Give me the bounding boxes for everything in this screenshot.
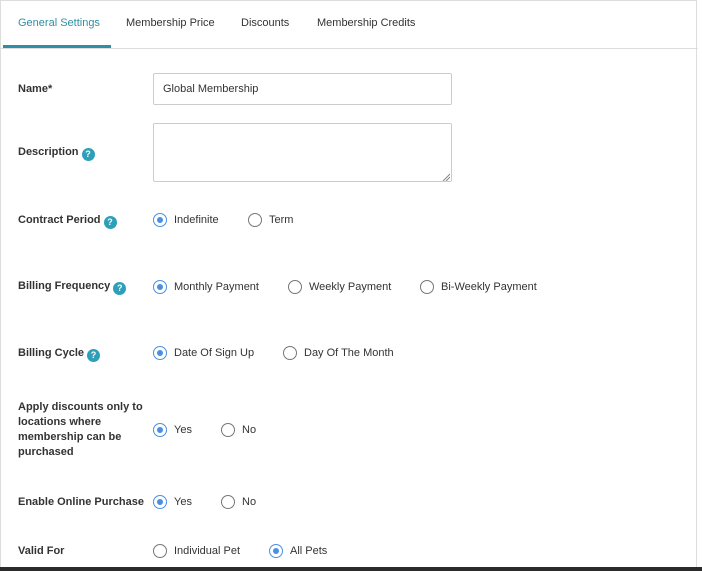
- description-label: Description?: [18, 145, 95, 161]
- contract-period-indefinite-radio[interactable]: Indefinite: [153, 213, 219, 227]
- radio-circle[interactable]: [153, 213, 167, 227]
- help-icon[interactable]: ?: [103, 216, 117, 229]
- billing-cycle-sign-up-radio[interactable]: Date Of Sign Up: [153, 346, 254, 360]
- membership-settings-panel: General Settings Membership Price Discou…: [0, 0, 698, 567]
- radio-circle[interactable]: [269, 544, 283, 558]
- billing-cycle-day-of-month-radio[interactable]: Day Of The Month: [283, 346, 394, 360]
- name-label: Name*: [18, 83, 53, 95]
- radio-label: Weekly Payment: [309, 281, 392, 293]
- tab-general-settings[interactable]: General Settings: [3, 1, 111, 48]
- name-input[interactable]: [153, 73, 452, 105]
- help-icon[interactable]: ?: [87, 349, 101, 362]
- resize-grip-icon[interactable]: [442, 173, 450, 181]
- radio-label: All Pets: [290, 545, 328, 557]
- billing-frequency-monthly-radio[interactable]: Monthly Payment: [153, 280, 259, 294]
- billing-frequency-label-text: Billing Frequency: [18, 280, 111, 292]
- radio-circle[interactable]: [153, 280, 167, 294]
- contract-period-term-radio[interactable]: Term: [248, 213, 293, 227]
- radio-label: Indefinite: [174, 214, 219, 226]
- radio-label: Day Of The Month: [304, 347, 394, 359]
- enable-online-purchase-label: Enable Online Purchase: [18, 496, 144, 508]
- radio-circle[interactable]: [221, 495, 235, 509]
- enable-online-purchase-no-radio[interactable]: No: [221, 495, 256, 509]
- radio-label: Bi-Weekly Payment: [441, 281, 537, 293]
- radio-circle[interactable]: [153, 423, 167, 437]
- radio-circle[interactable]: [288, 280, 302, 294]
- billing-cycle-label: Billing Cycle?: [18, 346, 101, 362]
- tab-membership-credits[interactable]: Membership Credits: [317, 1, 415, 48]
- radio-circle[interactable]: [283, 346, 297, 360]
- help-icon[interactable]: ?: [81, 148, 95, 161]
- radio-circle[interactable]: [420, 280, 434, 294]
- billing-frequency-weekly-radio[interactable]: Weekly Payment: [288, 280, 391, 294]
- valid-for-label: Valid For: [18, 545, 65, 557]
- radio-label: Date Of Sign Up: [174, 347, 255, 359]
- description-label-text: Description: [18, 146, 79, 158]
- billing-frequency-biweekly-radio[interactable]: Bi-Weekly Payment: [420, 280, 537, 294]
- radio-label: Yes: [174, 424, 192, 436]
- radio-circle[interactable]: [153, 544, 167, 558]
- tab-bar: General Settings Membership Price Discou…: [1, 1, 698, 49]
- description-textarea[interactable]: [153, 123, 452, 182]
- contract-period-label-text: Contract Period: [18, 214, 101, 226]
- apply-discounts-yes-radio[interactable]: Yes: [153, 423, 192, 437]
- radio-circle[interactable]: [248, 213, 262, 227]
- enable-online-purchase-yes-radio[interactable]: Yes: [153, 495, 192, 509]
- apply-discounts-no-radio[interactable]: No: [221, 423, 256, 437]
- tab-discounts[interactable]: Discounts: [241, 1, 289, 48]
- contract-period-label: Contract Period?: [18, 213, 117, 229]
- radio-label: Yes: [174, 496, 192, 508]
- radio-label: Individual Pet: [174, 545, 241, 557]
- valid-for-individual-pet-radio[interactable]: Individual Pet: [153, 544, 240, 558]
- radio-circle[interactable]: [153, 495, 167, 509]
- valid-for-all-pets-radio[interactable]: All Pets: [269, 544, 327, 558]
- radio-label: No: [242, 496, 257, 508]
- radio-circle[interactable]: [221, 423, 235, 437]
- billing-frequency-label: Billing Frequency?: [18, 279, 127, 295]
- billing-cycle-label-text: Billing Cycle: [18, 347, 85, 359]
- radio-circle[interactable]: [153, 346, 167, 360]
- help-icon[interactable]: ?: [113, 282, 127, 295]
- window-bottom-edge: [0, 567, 702, 571]
- apply-discounts-label: Apply discounts only to locations where …: [18, 401, 143, 458]
- radio-label: Term: [269, 214, 294, 226]
- radio-label: No: [242, 424, 257, 436]
- radio-label: Monthly Payment: [174, 281, 259, 293]
- tab-membership-price[interactable]: Membership Price: [126, 1, 215, 48]
